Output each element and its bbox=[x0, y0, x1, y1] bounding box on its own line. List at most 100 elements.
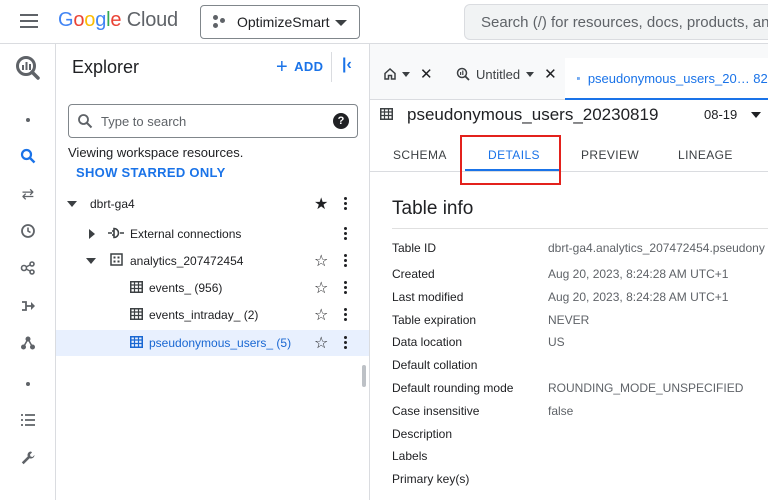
star-outline-icon[interactable]: ☆ bbox=[314, 278, 328, 298]
project-selector[interactable]: OptimizeSmart bbox=[200, 5, 360, 39]
info-row-case-insensitive: Case insensitive false bbox=[392, 400, 768, 422]
logo-letter: g bbox=[95, 9, 107, 31]
workflow-icon[interactable] bbox=[0, 250, 56, 286]
info-row-default-collation: Default collation bbox=[392, 354, 768, 376]
bigquery-logo-icon[interactable] bbox=[0, 50, 56, 86]
viewing-workspace-text: Viewing workspace resources. bbox=[68, 145, 244, 160]
info-key: Case insensitive bbox=[392, 404, 480, 418]
dataset-icon[interactable] bbox=[0, 325, 56, 361]
info-key: Table expiration bbox=[392, 313, 477, 327]
date-shard-selector[interactable]: 08-19 bbox=[704, 107, 762, 122]
left-nav-rail: ⇄ bbox=[0, 44, 56, 500]
wrench-icon[interactable] bbox=[0, 440, 56, 476]
table-icon bbox=[577, 76, 580, 80]
tree-item-table-selected[interactable]: pseudonymous_users_ (5) ☆ bbox=[56, 330, 369, 356]
table-icon bbox=[380, 107, 393, 123]
explorer-panel: Explorer + ADD |‹ Type to search ? Viewi… bbox=[56, 44, 370, 500]
info-key: Created bbox=[392, 267, 435, 281]
chevron-down-icon[interactable] bbox=[86, 258, 96, 264]
tab-home[interactable]: ✕ bbox=[384, 58, 433, 90]
close-icon[interactable]: ✕ bbox=[544, 65, 557, 83]
logo-letter: o bbox=[73, 9, 85, 31]
tree-item-label: dbrt-ga4 bbox=[90, 197, 135, 211]
history-icon[interactable] bbox=[0, 213, 56, 249]
top-bar: Google Cloud OptimizeSmart Search (/) fo… bbox=[0, 0, 768, 44]
divider bbox=[331, 52, 332, 82]
info-key: Default collation bbox=[392, 358, 478, 372]
add-button-label: ADD bbox=[294, 59, 324, 74]
more-vert-icon[interactable] bbox=[344, 197, 348, 211]
tab-untitled[interactable]: Untitled ✕ bbox=[456, 58, 557, 90]
project-name: OptimizeSmart bbox=[237, 14, 330, 30]
google-cloud-logo[interactable]: Google Cloud bbox=[58, 9, 178, 32]
explorer-title: Explorer bbox=[72, 57, 140, 77]
home-icon bbox=[384, 68, 396, 80]
global-search-placeholder: Search (/) for resources, docs, products… bbox=[481, 13, 768, 31]
star-outline-icon[interactable]: ☆ bbox=[314, 251, 328, 271]
search-icon[interactable] bbox=[0, 138, 56, 174]
info-row-table-expiration: Table expiration NEVER bbox=[392, 309, 768, 331]
tab-label: pseudonymous_users_20… 820 bbox=[587, 70, 768, 86]
star-filled-icon[interactable]: ★ bbox=[314, 194, 328, 214]
info-row-description: Description bbox=[392, 423, 768, 445]
info-value: Aug 20, 2023, 8:24:28 AM UTC+1 bbox=[548, 267, 729, 281]
project-icon bbox=[213, 15, 227, 29]
query-icon bbox=[456, 67, 470, 81]
pipeline-icon[interactable] bbox=[0, 288, 56, 324]
tree-item-label: External connections bbox=[130, 227, 242, 241]
explorer-search-placeholder: Type to search bbox=[101, 113, 187, 129]
more-vert-icon[interactable] bbox=[344, 227, 348, 241]
explorer-search-input[interactable]: Type to search ? bbox=[68, 104, 358, 138]
help-icon[interactable]: ? bbox=[333, 113, 349, 129]
global-search-input[interactable]: Search (/) for resources, docs, products… bbox=[464, 4, 768, 40]
info-key: Default rounding mode bbox=[392, 381, 514, 395]
chevron-right-icon[interactable] bbox=[89, 229, 95, 239]
info-row-table-id: Table ID dbrt-ga4.analytics_207472454.ps… bbox=[392, 237, 768, 259]
main-content: ✕ Untitled ✕ pseudonymous_users_20… 820 … bbox=[370, 44, 768, 500]
more-vert-icon[interactable] bbox=[344, 336, 348, 350]
search-icon bbox=[78, 114, 93, 129]
editor-tab-bar: ✕ Untitled ✕ pseudonymous_users_20… 820 bbox=[370, 44, 768, 100]
panel-scrollbar[interactable] bbox=[362, 365, 366, 387]
list-icon[interactable] bbox=[0, 402, 56, 438]
annotation-highlight-box bbox=[460, 135, 561, 185]
info-row-created: Created Aug 20, 2023, 8:24:28 AM UTC+1 bbox=[392, 263, 768, 285]
tree-item-label: events_intraday_ (2) bbox=[149, 308, 259, 322]
tree-item-external-connections[interactable]: External connections bbox=[56, 221, 369, 247]
close-icon[interactable]: ✕ bbox=[420, 65, 433, 83]
chevron-down-icon[interactable] bbox=[67, 201, 77, 207]
logo-letter: G bbox=[58, 9, 74, 31]
tree-item-dataset[interactable]: analytics_207472454 ☆ bbox=[56, 248, 369, 274]
divider bbox=[392, 228, 768, 229]
star-outline-icon[interactable]: ☆ bbox=[314, 305, 328, 325]
add-button[interactable]: + ADD bbox=[276, 55, 324, 78]
menu-icon[interactable] bbox=[20, 14, 38, 28]
tab-schema[interactable]: SCHEMA bbox=[393, 148, 447, 162]
table-icon bbox=[130, 280, 143, 296]
more-vert-icon[interactable] bbox=[344, 254, 348, 268]
tab-preview[interactable]: PREVIEW bbox=[581, 148, 639, 162]
tab-lineage[interactable]: LINEAGE bbox=[678, 148, 733, 162]
info-row-labels: Labels bbox=[392, 445, 768, 467]
show-starred-only-link[interactable]: SHOW STARRED ONLY bbox=[76, 165, 226, 180]
plus-icon: + bbox=[276, 55, 289, 78]
info-row-primary-keys: Primary key(s) bbox=[392, 468, 768, 490]
collapse-panel-icon[interactable]: |‹ bbox=[342, 56, 352, 74]
tree-item-table[interactable]: events_intraday_ (2) ☆ bbox=[56, 302, 369, 328]
chevron-down-icon bbox=[402, 71, 410, 77]
tree-item-table[interactable]: events_ (956) ☆ bbox=[56, 275, 369, 301]
more-vert-icon[interactable] bbox=[344, 308, 348, 322]
tree-item-label: events_ (956) bbox=[149, 281, 223, 295]
table-icon bbox=[130, 307, 143, 323]
star-outline-icon[interactable]: ☆ bbox=[314, 333, 328, 353]
tree-item-project[interactable]: dbrt-ga4 ★ bbox=[56, 191, 369, 217]
logo-cloud-text: Cloud bbox=[126, 9, 178, 31]
transfer-icon[interactable]: ⇄ bbox=[0, 176, 56, 212]
more-vert-icon[interactable] bbox=[344, 281, 348, 295]
date-shard-label: 08-19 bbox=[704, 107, 738, 122]
table-subtabs: SCHEMA DETAILS PREVIEW LINEAGE bbox=[370, 138, 768, 172]
info-row-data-location: Data location US bbox=[392, 331, 768, 353]
table-icon bbox=[130, 335, 143, 351]
chevron-down-icon bbox=[751, 111, 762, 118]
tab-pseudonymous-users[interactable]: pseudonymous_users_20… 820 bbox=[565, 58, 768, 100]
